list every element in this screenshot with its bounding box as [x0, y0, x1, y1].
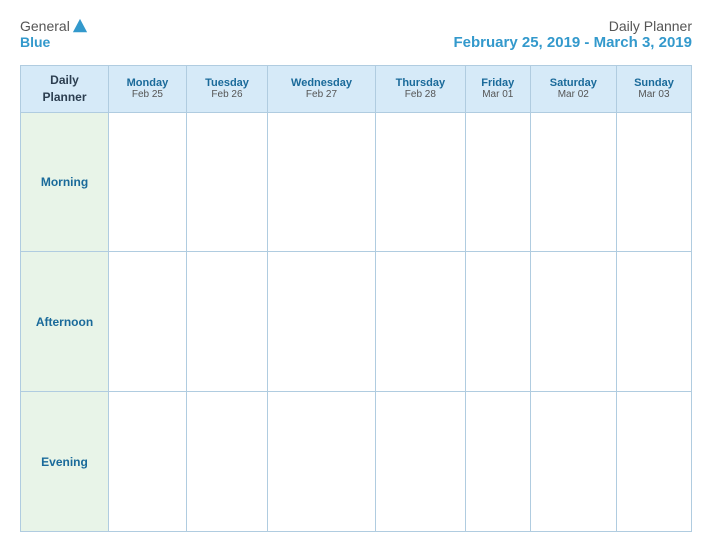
logo: General Blue [20, 18, 88, 50]
logo-triangle-icon [72, 18, 88, 34]
row-label-morning: Morning [21, 112, 109, 252]
col-header-friday: Friday Mar 01 [465, 66, 530, 113]
cell-evening-saturday[interactable] [530, 392, 616, 532]
cell-morning-monday[interactable] [109, 112, 187, 252]
cell-morning-thursday[interactable] [375, 112, 465, 252]
col-header-thursday: Thursday Feb 28 [375, 66, 465, 113]
cell-afternoon-tuesday[interactable] [186, 252, 267, 392]
cell-evening-wednesday[interactable] [268, 392, 376, 532]
cell-afternoon-thursday[interactable] [375, 252, 465, 392]
cell-morning-wednesday[interactable] [268, 112, 376, 252]
cell-evening-friday[interactable] [465, 392, 530, 532]
cell-afternoon-saturday[interactable] [530, 252, 616, 392]
planner-table: Daily Planner Monday Feb 25 Tuesday Feb … [20, 65, 692, 532]
cell-afternoon-wednesday[interactable] [268, 252, 376, 392]
col-header-monday: Monday Feb 25 [109, 66, 187, 113]
cell-afternoon-friday[interactable] [465, 252, 530, 392]
row-afternoon: Afternoon [21, 252, 692, 392]
cell-morning-saturday[interactable] [530, 112, 616, 252]
cell-afternoon-monday[interactable] [109, 252, 187, 392]
cell-evening-monday[interactable] [109, 392, 187, 532]
row-label-afternoon: Afternoon [21, 252, 109, 392]
col-header-tuesday: Tuesday Feb 26 [186, 66, 267, 113]
cell-evening-thursday[interactable] [375, 392, 465, 532]
col-header-saturday: Saturday Mar 02 [530, 66, 616, 113]
cell-evening-tuesday[interactable] [186, 392, 267, 532]
cell-evening-sunday[interactable] [616, 392, 691, 532]
col-header-label: Daily Planner [21, 66, 109, 113]
col-header-wednesday: Wednesday Feb 27 [268, 66, 376, 113]
row-label-evening: Evening [21, 392, 109, 532]
logo-blue: Blue [20, 34, 50, 50]
header-title: Daily Planner [454, 18, 692, 34]
cell-morning-tuesday[interactable] [186, 112, 267, 252]
header: General Blue Daily Planner February 25, … [20, 18, 692, 51]
header-right: Daily Planner February 25, 2019 - March … [454, 18, 692, 51]
header-date: February 25, 2019 - March 3, 2019 [454, 34, 692, 51]
col-header-sunday: Sunday Mar 03 [616, 66, 691, 113]
row-morning: Morning [21, 112, 692, 252]
cell-morning-sunday[interactable] [616, 112, 691, 252]
cell-afternoon-sunday[interactable] [616, 252, 691, 392]
cell-morning-friday[interactable] [465, 112, 530, 252]
logo-general: General [20, 18, 70, 34]
row-evening: Evening [21, 392, 692, 532]
